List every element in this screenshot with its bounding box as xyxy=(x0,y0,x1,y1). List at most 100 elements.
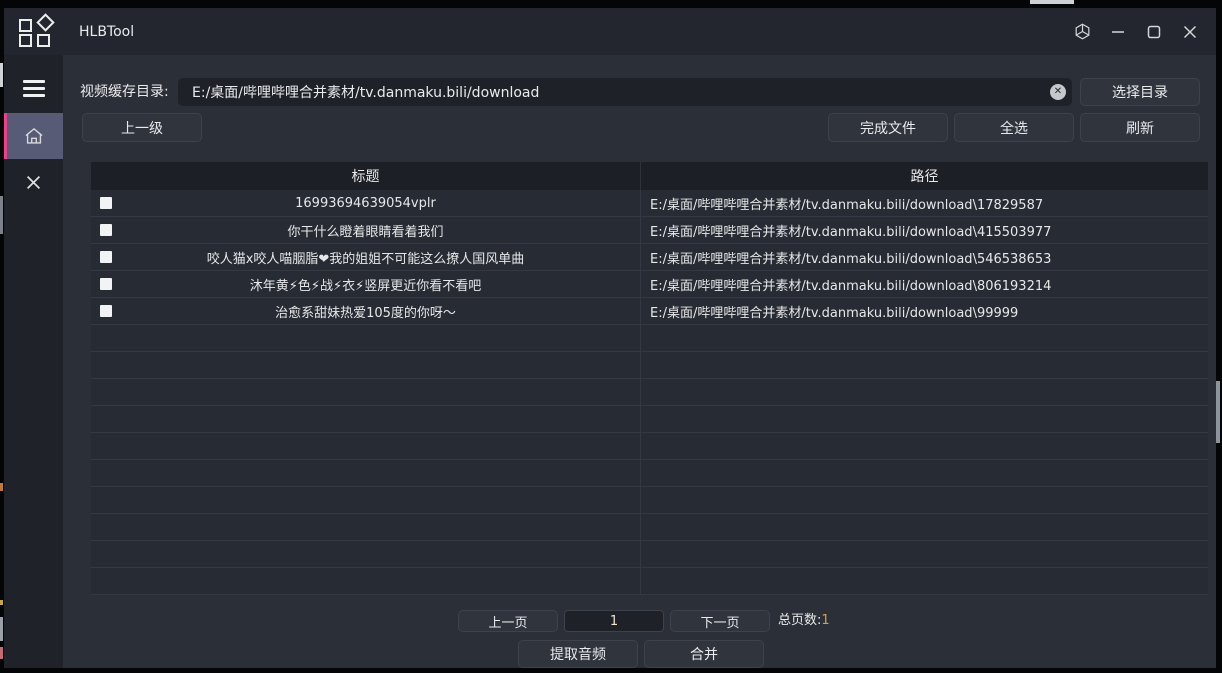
table-empty-row xyxy=(91,433,1208,460)
path-cell: E:/桌面/哔哩哔哩合并素材/tv.danmaku.bili/download\… xyxy=(640,271,1208,297)
path-cell xyxy=(640,379,1208,405)
row-checkbox[interactable] xyxy=(100,251,112,263)
selected-accent-bar xyxy=(4,113,7,159)
path-cell: E:/桌面/哔哩哔哩合并素材/tv.danmaku.bili/download\… xyxy=(640,190,1208,216)
row-checkbox[interactable] xyxy=(100,305,112,317)
sidebar xyxy=(4,55,63,668)
path-cell xyxy=(640,487,1208,513)
prev-page-button[interactable]: 上一页 xyxy=(458,610,558,632)
minimize-button[interactable] xyxy=(1104,18,1132,46)
title-cell xyxy=(91,460,640,486)
clear-input-icon[interactable]: ✕ xyxy=(1050,84,1066,100)
file-table: 标题 路径 16993694639054vplrE:/桌面/哔哩哔哩合并素材/t… xyxy=(91,162,1208,595)
title-cell xyxy=(91,379,640,405)
sidebar-item-close[interactable] xyxy=(4,161,63,203)
background-window-artifact xyxy=(0,483,3,491)
path-cell: E:/桌面/哔哩哔哩合并素材/tv.danmaku.bili/download\… xyxy=(640,298,1208,324)
app-logo-icon xyxy=(19,16,53,47)
app-title: HLBTool xyxy=(79,24,134,40)
refresh-button[interactable]: 刷新 xyxy=(1080,113,1200,142)
title-cell xyxy=(91,568,640,594)
table-empty-row xyxy=(91,325,1208,352)
background-window-artifact xyxy=(0,617,3,641)
window-controls xyxy=(1068,18,1204,46)
table-header: 标题 路径 xyxy=(91,162,1208,190)
app-window: HLBTool xyxy=(4,8,1216,668)
total-pages: 总页数:1 xyxy=(778,610,830,632)
sidebar-item-home[interactable] xyxy=(4,113,63,159)
title-cell xyxy=(91,433,640,459)
total-pages-label: 总页数: xyxy=(778,613,821,628)
row-checkbox[interactable] xyxy=(100,197,112,209)
title-cell xyxy=(91,352,640,378)
path-cell: E:/桌面/哔哩哔哩合并素材/tv.danmaku.bili/download\… xyxy=(640,217,1208,243)
background-window-scrollbar xyxy=(1216,381,1220,443)
background-window-artifact xyxy=(0,63,3,87)
title-cell: 你干什么瞪着眼睛看着我们 xyxy=(91,217,640,243)
row-title: 治愈系甜妹热爱105度的你呀～ xyxy=(275,302,456,321)
close-x-icon xyxy=(26,175,41,190)
row-title: 咬人猫x咬人喵胭脂❤我的姐姐不可能这么撩人国风单曲 xyxy=(207,248,525,267)
title-cell xyxy=(91,514,640,540)
select-all-button[interactable]: 全选 xyxy=(954,113,1074,142)
path-cell xyxy=(640,514,1208,540)
path-cell xyxy=(640,433,1208,459)
title-cell xyxy=(91,406,640,432)
background-window-artifact xyxy=(1030,0,1074,4)
table-row[interactable]: 治愈系甜妹热爱105度的你呀～ E:/桌面/哔哩哔哩合并素材/tv.danmaku… xyxy=(91,298,1208,325)
background-window-artifact xyxy=(0,600,3,605)
column-header-path[interactable]: 路径 xyxy=(640,162,1208,190)
extract-audio-button[interactable]: 提取音频 xyxy=(518,640,638,668)
table-empty-row xyxy=(91,568,1208,595)
choose-dir-button[interactable]: 选择目录 xyxy=(1080,78,1200,106)
cache-dir-input[interactable] xyxy=(178,78,1072,106)
table-empty-row xyxy=(91,541,1208,568)
row-title: 沐年黄⚡色⚡战⚡衣⚡竖屏更近你看不看吧 xyxy=(250,275,482,294)
done-files-button[interactable]: 完成文件 xyxy=(828,113,948,142)
up-level-button[interactable]: 上一级 xyxy=(82,113,202,142)
path-cell xyxy=(640,406,1208,432)
table-empty-row xyxy=(91,406,1208,433)
path-cell xyxy=(640,541,1208,567)
table-empty-row xyxy=(91,352,1208,379)
table-body: 16993694639054vplrE:/桌面/哔哩哔哩合并素材/tv.danm… xyxy=(91,190,1208,595)
path-cell xyxy=(640,568,1208,594)
path-cell xyxy=(640,460,1208,486)
table-empty-row xyxy=(91,487,1208,514)
path-cell xyxy=(640,325,1208,351)
total-pages-value: 1 xyxy=(821,613,829,628)
page-number-input[interactable] xyxy=(564,610,664,632)
table-row[interactable]: 你干什么瞪着眼睛看着我们 E:/桌面/哔哩哔哩合并素材/tv.danmaku.bi… xyxy=(91,217,1208,244)
merge-button[interactable]: 合并 xyxy=(644,640,764,668)
title-cell xyxy=(91,325,640,351)
title-cell xyxy=(91,541,640,567)
next-page-button[interactable]: 下一页 xyxy=(670,610,770,632)
maximize-button[interactable] xyxy=(1140,18,1168,46)
titlebar: HLBTool xyxy=(4,8,1216,55)
close-button[interactable] xyxy=(1176,18,1204,46)
table-row[interactable]: 咬人猫x咬人喵胭脂❤我的姐姐不可能这么撩人国风单曲 E:/桌面/哔哩哔哩合并素材/… xyxy=(91,244,1208,271)
table-empty-row xyxy=(91,460,1208,487)
row-title: 你干什么瞪着眼睛看着我们 xyxy=(287,221,443,240)
column-header-title[interactable]: 标题 xyxy=(91,162,640,190)
background-window-artifact xyxy=(0,647,3,659)
table-row[interactable]: 沐年黄⚡色⚡战⚡衣⚡竖屏更近你看不看吧 E:/桌面/哔哩哔哩合并素材/tv.dan… xyxy=(91,271,1208,298)
title-cell: 沐年黄⚡色⚡战⚡衣⚡竖屏更近你看不看吧 xyxy=(91,271,640,297)
hamburger-menu-button[interactable] xyxy=(4,67,63,109)
path-cell: E:/桌面/哔哩哔哩合并素材/tv.danmaku.bili/download\… xyxy=(640,244,1208,270)
title-cell: 咬人猫x咬人喵胭脂❤我的姐姐不可能这么撩人国风单曲 xyxy=(91,244,640,270)
path-cell xyxy=(640,352,1208,378)
table-empty-row xyxy=(91,514,1208,541)
screen: { "window": { "app_title": "HLBTool" }, … xyxy=(0,0,1222,673)
background-window-artifact xyxy=(0,196,3,234)
table-row[interactable]: 16993694639054vplrE:/桌面/哔哩哔哩合并素材/tv.danm… xyxy=(91,190,1208,217)
home-icon xyxy=(23,125,45,147)
cache-dir-label: 视频缓存目录: xyxy=(80,78,169,106)
title-cell: 治愈系甜妹热爱105度的你呀～ xyxy=(91,298,640,324)
title-cell xyxy=(91,487,640,513)
row-checkbox[interactable] xyxy=(100,278,112,290)
hamburger-icon xyxy=(23,76,45,101)
row-checkbox[interactable] xyxy=(100,224,112,236)
table-empty-row xyxy=(91,379,1208,406)
theme-icon[interactable] xyxy=(1068,18,1096,46)
